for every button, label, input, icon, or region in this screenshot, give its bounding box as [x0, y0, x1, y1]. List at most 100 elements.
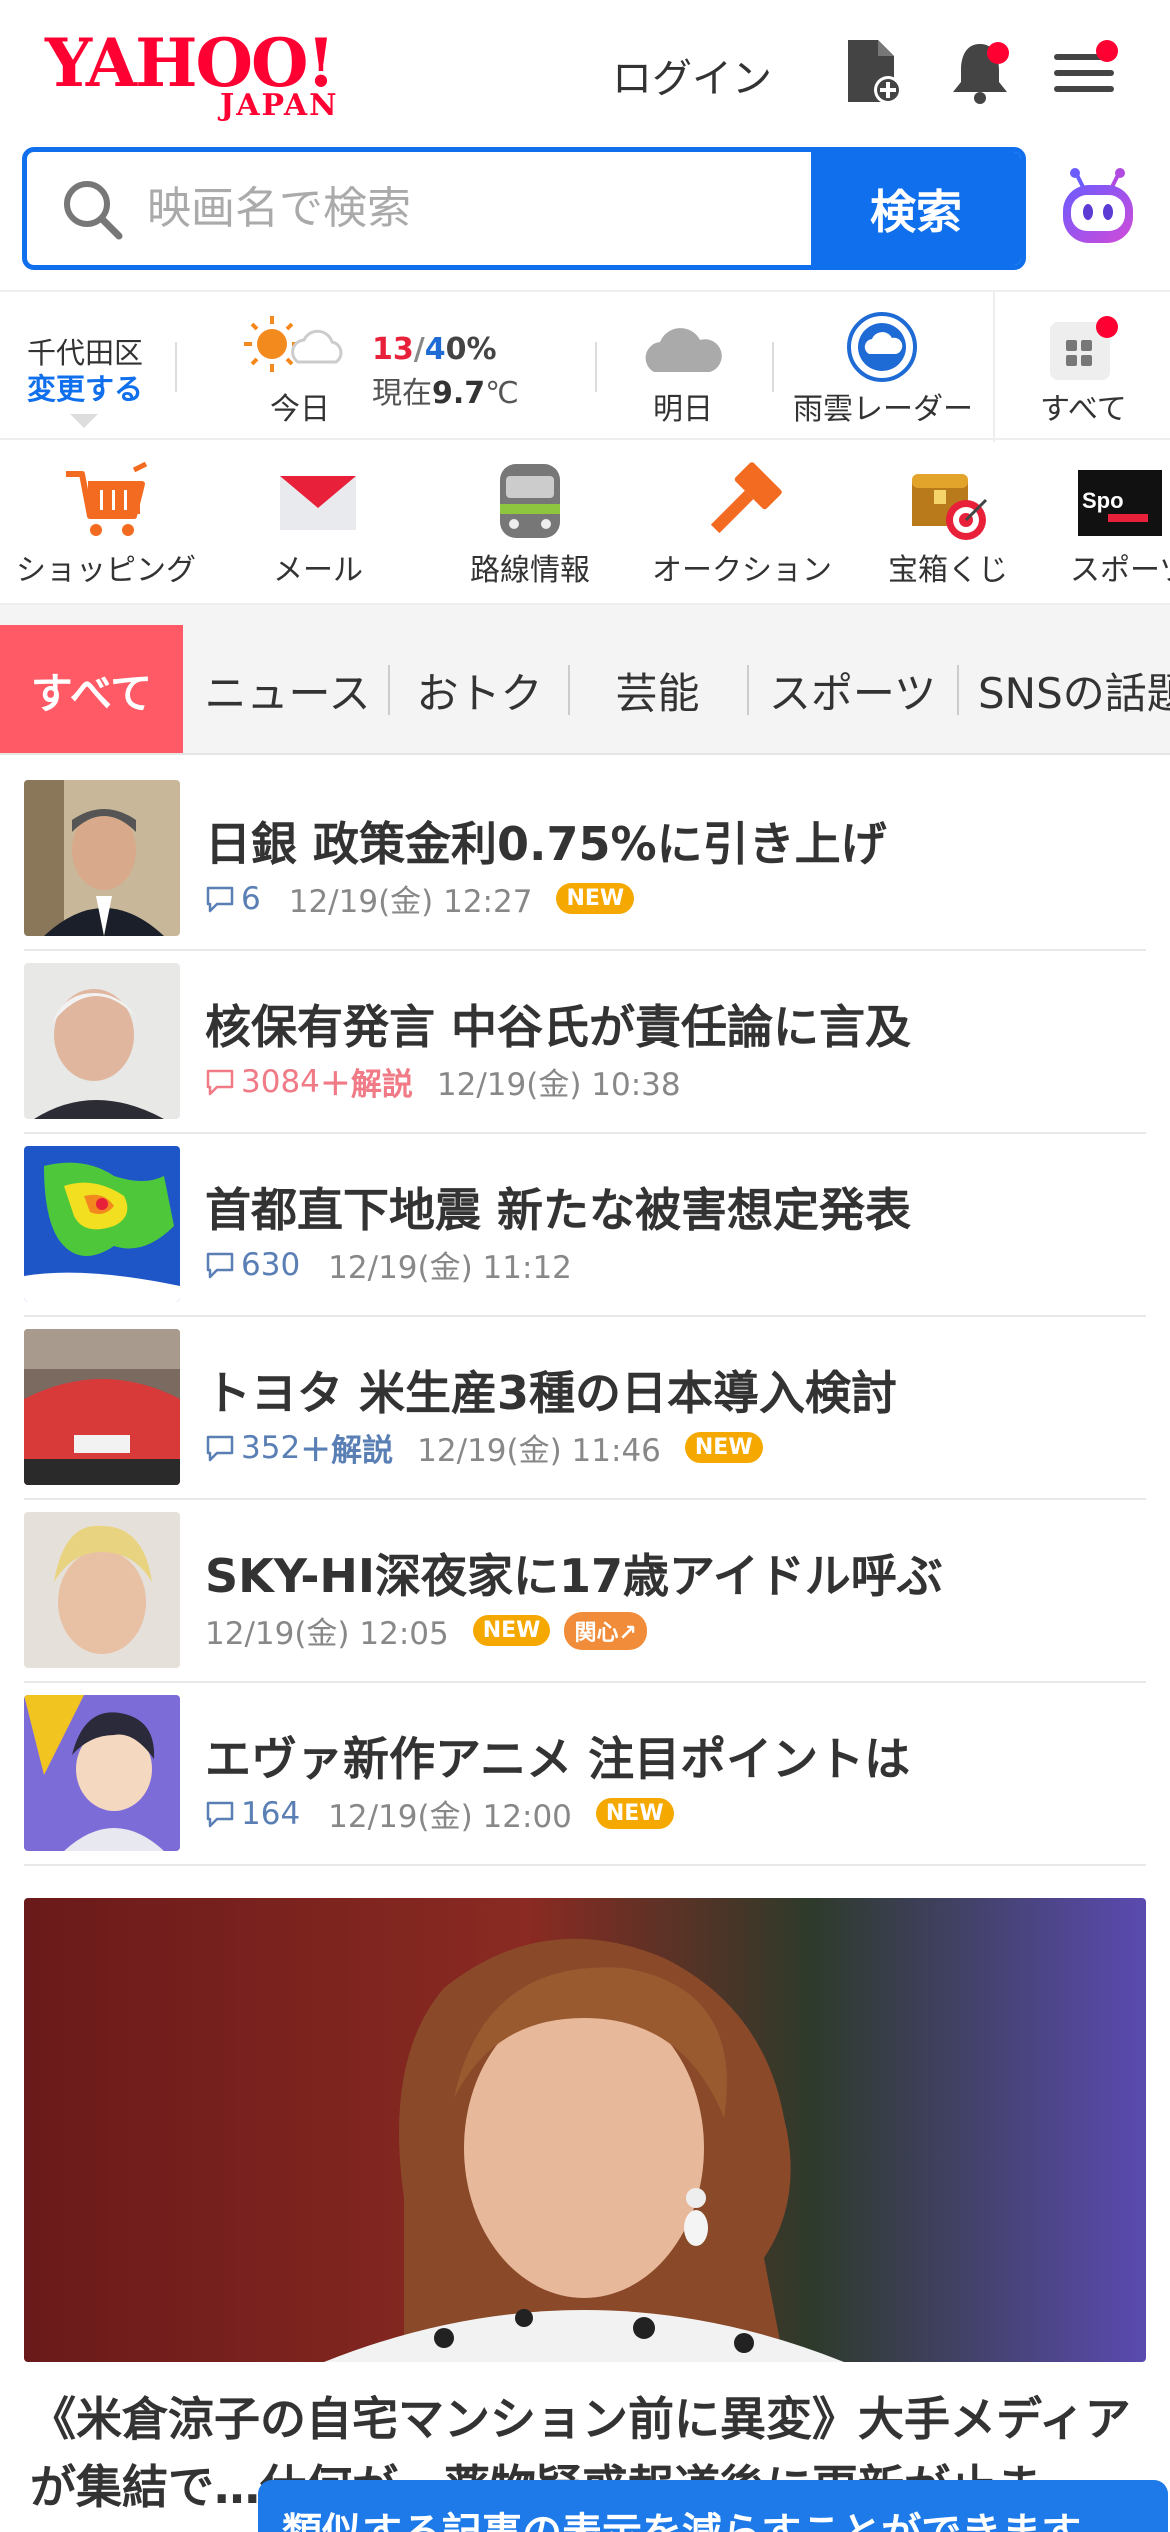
tab-entertainment[interactable]: 芸能: [570, 625, 745, 753]
tab-sns[interactable]: SNSの話題: [960, 625, 1170, 753]
news-thumbnail: [24, 963, 180, 1119]
gavel-icon: [700, 460, 784, 544]
news-item[interactable]: エヴァ新作アニメ 注目ポイントは 164 12/19(金) 12:00 NEW: [24, 1683, 1146, 1866]
tab-divider: [388, 665, 390, 715]
all-label: すべて: [1040, 392, 1127, 427]
news-meta: 6 12/19(金) 12:27 NEW: [205, 876, 635, 921]
apps-grid-icon[interactable]: [1048, 316, 1118, 382]
search-button[interactable]: 検索: [811, 152, 1021, 265]
comment-number: 164: [241, 1795, 301, 1832]
news-meta: 630 12/19(金) 11:12: [205, 1242, 572, 1287]
comment-count: 352 ＋解説: [205, 1425, 393, 1470]
notification-dot: [987, 42, 1009, 64]
new-badge: NEW: [595, 1798, 674, 1829]
divider: [772, 342, 774, 392]
tab-all[interactable]: すべて: [0, 625, 183, 753]
comment-icon: [206, 1801, 234, 1827]
comment-number: 352: [241, 1429, 301, 1466]
temp-high: 13: [372, 332, 414, 367]
news-meta: 352 ＋解説 12/19(金) 11:46 NEW: [205, 1425, 763, 1470]
weather-strip: 千代田区 変更する 今日 13/40% 現在9.7℃ 明日 雨雲レーダー すべて: [0, 290, 1170, 442]
yahoo-japan-logo[interactable]: YAHOO! JAPAN: [45, 28, 365, 123]
news-item[interactable]: 核保有発言 中谷氏が責任論に言及 3084 ＋解説 12/19(金) 10:38: [24, 951, 1146, 1134]
interest-badge: 関心↗: [564, 1611, 647, 1650]
comment-count: 6: [205, 881, 261, 917]
divider: [595, 342, 597, 392]
news-item[interactable]: 首都直下地震 新たな被害想定発表 630 12/19(金) 11:12: [24, 1134, 1146, 1317]
news-title[interactable]: トヨタ 米生産3種の日本導入検討: [205, 1357, 897, 1423]
service-shortcuts: ショッピング メール 路線情報 オークション 宝箱くじ Spo スポー: [0, 440, 1170, 605]
service-sports[interactable]: Spo スポーツ: [1060, 440, 1170, 603]
new-badge: NEW: [556, 883, 635, 914]
news-title[interactable]: 首都直下地震 新たな被害想定発表: [205, 1174, 911, 1240]
news-time: 12/19(金) 12:27: [288, 884, 533, 920]
ai-assistant-icon[interactable]: [1055, 165, 1140, 250]
news-meta: 12/19(金) 12:05 NEW 関心↗: [205, 1608, 647, 1653]
news-item[interactable]: トヨタ 米生産3種の日本導入検討 352 ＋解説 12/19(金) 11:46 …: [24, 1317, 1146, 1500]
search-input[interactable]: [27, 152, 813, 265]
new-badge: NEW: [684, 1432, 763, 1463]
service-auction[interactable]: オークション: [636, 440, 848, 603]
commentary-label: ＋解説: [319, 1067, 413, 1103]
temperature: 13/40%: [372, 332, 497, 367]
news-thumbnail: [24, 1695, 180, 1851]
comment-icon: [206, 1252, 234, 1278]
news-title[interactable]: 核保有発言 中谷氏が責任論に言及: [205, 991, 911, 1057]
comment-number: 6: [241, 880, 261, 917]
radar-label: 雨雲レーダー: [793, 392, 973, 427]
news-title[interactable]: 日銀 政策金利0.75%に引き上げ: [205, 808, 887, 874]
tab-divider: [747, 665, 749, 715]
comment-icon: [206, 1069, 234, 1095]
menu-icon[interactable]: [1050, 36, 1120, 106]
comment-number: 3084: [241, 1063, 320, 1100]
change-location-link[interactable]: 変更する: [27, 366, 143, 408]
news-thumbnail: [24, 1329, 180, 1485]
treasure-icon: [906, 460, 990, 544]
featured-image[interactable]: [24, 1898, 1146, 2362]
category-tabs: すべて ニュース おトク 芸能 スポーツ SNSの話題: [0, 625, 1170, 755]
sunny-cloudy-icon[interactable]: [238, 314, 358, 374]
document-add-icon[interactable]: [838, 36, 908, 106]
news-item[interactable]: SKY-HI深夜家に17歳アイドル呼ぶ 12/19(金) 12:05 NEW 関…: [24, 1500, 1146, 1683]
service-label: 路線情報: [470, 553, 590, 588]
sports-icon: Spo: [1078, 460, 1162, 544]
news-thumbnail: [24, 1512, 180, 1668]
comment-count: 164: [205, 1796, 300, 1832]
comment-count: 630: [205, 1247, 300, 1283]
top-header: YAHOO! JAPAN ログイン: [0, 0, 1170, 145]
service-lottery[interactable]: 宝箱くじ: [848, 440, 1048, 603]
service-label: オークション: [652, 553, 832, 588]
login-link[interactable]: ログイン: [612, 46, 772, 104]
comment-icon: [206, 886, 234, 912]
news-item[interactable]: 日銀 政策金利0.75%に引き上げ 6 12/19(金) 12:27 NEW: [24, 768, 1146, 951]
svg-text:Spo: Spo: [1082, 488, 1124, 513]
divider: [993, 292, 995, 442]
comment-icon: [206, 1435, 234, 1461]
feedback-toast[interactable]: 類似する記事の表示を減らすことができます: [258, 2480, 1168, 2532]
caret-down-icon: [70, 414, 98, 428]
cart-icon: [64, 460, 148, 544]
rain-radar-icon[interactable]: [845, 310, 919, 384]
current-temp: 現在9.7℃: [372, 368, 519, 412]
rain-chance: 0%: [445, 332, 497, 367]
now-unit: ℃: [485, 376, 519, 411]
train-icon: [488, 460, 572, 544]
service-label: スポーツ: [1070, 553, 1170, 588]
news-title[interactable]: SKY-HI深夜家に17歳アイドル呼ぶ: [205, 1540, 943, 1606]
service-mail[interactable]: メール: [212, 440, 424, 603]
now-value: 9.7: [432, 376, 486, 411]
tab-divider: [957, 665, 959, 715]
service-transit[interactable]: 路線情報: [424, 440, 636, 603]
tab-news[interactable]: ニュース: [190, 625, 385, 753]
news-thumbnail: [24, 780, 180, 936]
tab-sports[interactable]: スポーツ: [750, 625, 955, 753]
divider: [175, 342, 177, 392]
bell-icon[interactable]: [945, 36, 1015, 106]
cloudy-icon[interactable]: [640, 318, 724, 378]
tab-deals[interactable]: おトク: [392, 625, 567, 753]
news-thumbnail: [24, 1146, 180, 1302]
news-title[interactable]: エヴァ新作アニメ 注目ポイントは: [205, 1723, 910, 1789]
logo-sub: JAPAN: [220, 88, 339, 123]
news-time: 12/19(金) 11:46: [417, 1433, 661, 1469]
service-shopping[interactable]: ショッピング: [0, 440, 212, 603]
